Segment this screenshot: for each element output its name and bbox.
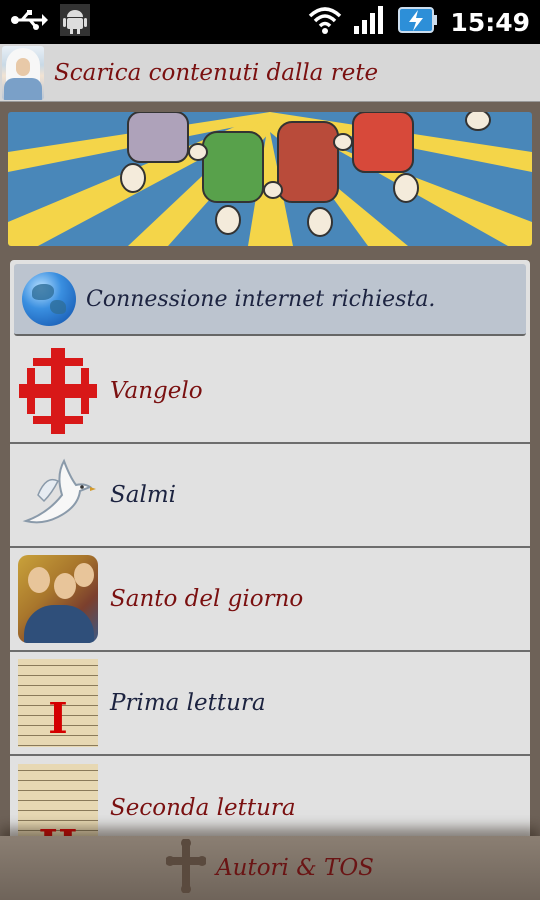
list-item-label: Santo del giorno	[110, 586, 304, 612]
madonna-icon	[2, 45, 44, 100]
list-item-label: Salmi	[110, 482, 176, 508]
signal-icon	[354, 6, 386, 38]
cross-icon	[165, 838, 208, 897]
banner-image	[8, 112, 532, 246]
page-title: Scarica contenuti dalla rete	[54, 59, 379, 86]
android-debug-icon	[60, 4, 90, 40]
globe-icon	[22, 272, 76, 326]
numeral-one: I	[48, 694, 68, 743]
saint-icon	[18, 555, 98, 643]
list-item-prima-lettura[interactable]: I Prima lettura	[10, 652, 530, 756]
clock: 15:49	[450, 7, 530, 37]
list-item-label: Prima lettura	[110, 690, 266, 716]
wifi-icon	[308, 6, 342, 38]
connection-notice-text: Connessione internet richiesta.	[86, 286, 436, 312]
list-item-label: Vangelo	[110, 378, 203, 404]
dove-icon	[18, 451, 98, 539]
menu-card: Connessione internet richiesta. Vangelo	[10, 260, 530, 840]
cross-icon	[18, 347, 98, 435]
status-bar: 15:49	[0, 0, 540, 44]
authors-tos-button[interactable]: Autori & TOS	[0, 836, 540, 900]
manuscript-icon: II	[18, 764, 98, 840]
list-item-vangelo[interactable]: Vangelo	[10, 340, 530, 444]
list-item-seconda-lettura[interactable]: II Seconda lettura	[10, 756, 530, 840]
usb-icon	[10, 9, 48, 35]
title-bar: Scarica contenuti dalla rete	[0, 44, 540, 102]
list-item-label: Seconda lettura	[110, 795, 296, 821]
manuscript-icon: I	[18, 659, 98, 747]
battery-charging-icon	[398, 6, 438, 38]
list-item-santo-del-giorno[interactable]: Santo del giorno	[10, 548, 530, 652]
connection-notice: Connessione internet richiesta.	[14, 264, 526, 336]
list-item-salmi[interactable]: Salmi	[10, 444, 530, 548]
authors-tos-label: Autori & TOS	[216, 855, 374, 881]
